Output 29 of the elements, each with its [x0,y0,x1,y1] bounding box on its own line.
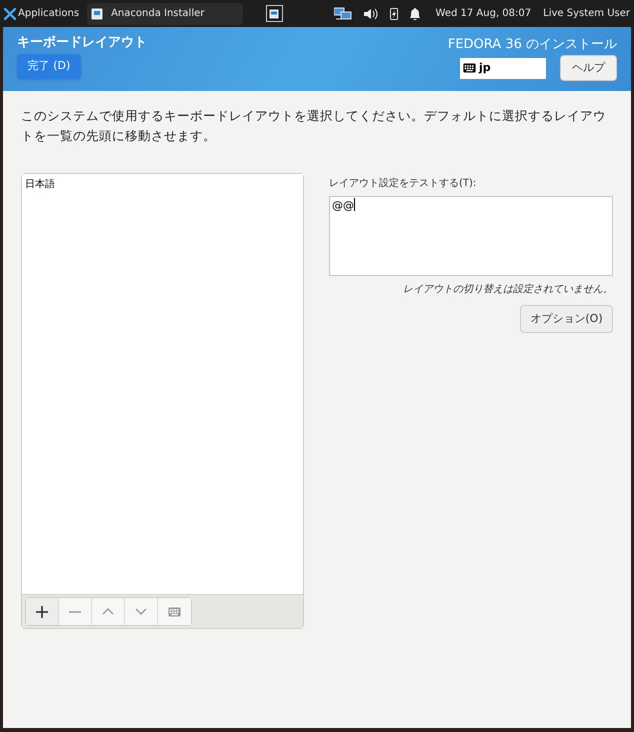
network-icon[interactable] [334,6,352,20]
options-button[interactable]: オプション(O) [520,305,613,333]
bell-icon[interactable] [410,8,420,20]
installer-icon [91,8,104,20]
chevron-down-icon [135,608,147,615]
workspace-button[interactable] [266,5,283,22]
user-menu[interactable]: Live System User [543,6,630,21]
test-text-area[interactable]: @@ [329,196,613,276]
keyboard-indicator[interactable]: jp [460,58,546,78]
clock[interactable]: Wed 17 Aug, 08:07 [436,6,532,21]
keyboard-icon [168,606,181,616]
battery-icon[interactable] [390,7,398,20]
taskbar-task[interactable]: Anaconda Installer [87,2,244,24]
page-title: キーボードレイアウト [17,36,147,49]
applications-menu[interactable]: Applications [4,0,80,27]
test-label: レイアウト設定をテストする(T): [329,176,478,191]
product-title: FEDORA 36 のインストール [448,38,617,51]
switch-note: レイアウトの切り替えは設定されていません。 [403,282,613,297]
chevron-up-icon [102,608,114,615]
help-button[interactable]: ヘルプ [560,55,617,81]
volume-icon[interactable] [364,8,378,20]
description-text: このシステムで使用するキーボードレイアウトを選択してください。デフォルトに選択するレイアウトを一覧の先頭に移動させます。 [20,107,607,145]
minus-icon [69,610,81,612]
window-icon [269,8,280,18]
keyboard-icon [463,63,476,73]
plus-icon [36,606,48,618]
done-button[interactable]: 完了 (D) [17,54,81,79]
layout-list-item[interactable]: 日本語 [22,174,303,195]
add-button[interactable] [26,598,59,625]
